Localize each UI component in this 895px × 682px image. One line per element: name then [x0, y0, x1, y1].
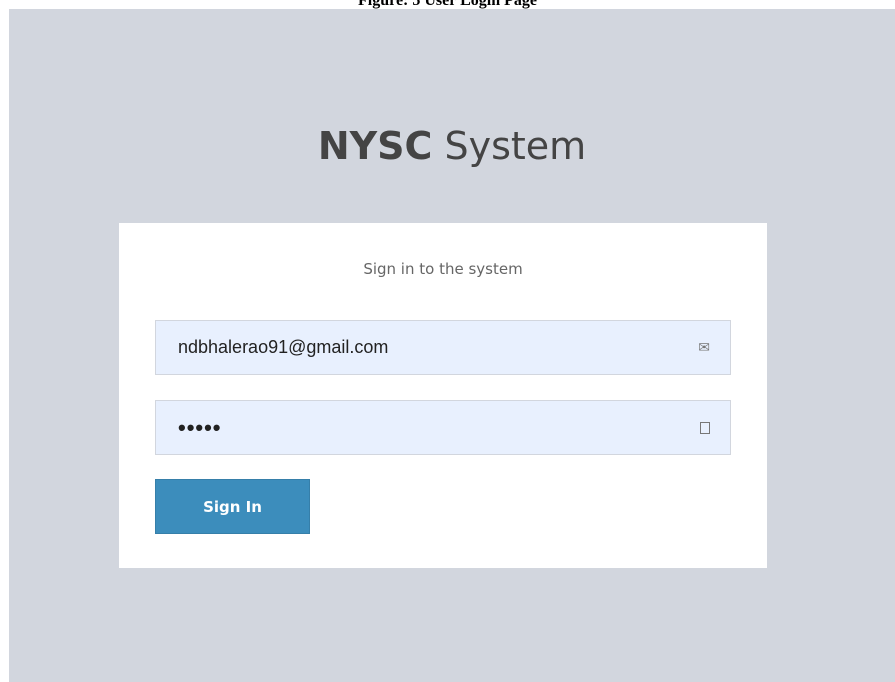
email-field-wrapper: ✉ — [155, 320, 731, 375]
login-box: Sign in to the system ✉ Sign In — [119, 223, 767, 568]
password-field-wrapper — [155, 400, 731, 455]
logo-bold-text: NYSC — [317, 124, 433, 168]
envelope-icon: ✉ — [698, 339, 710, 355]
sign-in-button[interactable]: Sign In — [155, 479, 310, 534]
login-box-message: Sign in to the system — [363, 260, 523, 278]
logo-light-text: System — [432, 124, 587, 168]
password-input[interactable] — [156, 401, 730, 454]
app-logo: NYSC System — [9, 121, 895, 171]
email-input[interactable] — [156, 321, 730, 374]
login-page: NYSC System Sign in to the system ✉ Sign… — [9, 9, 895, 682]
lock-icon — [700, 401, 710, 454]
